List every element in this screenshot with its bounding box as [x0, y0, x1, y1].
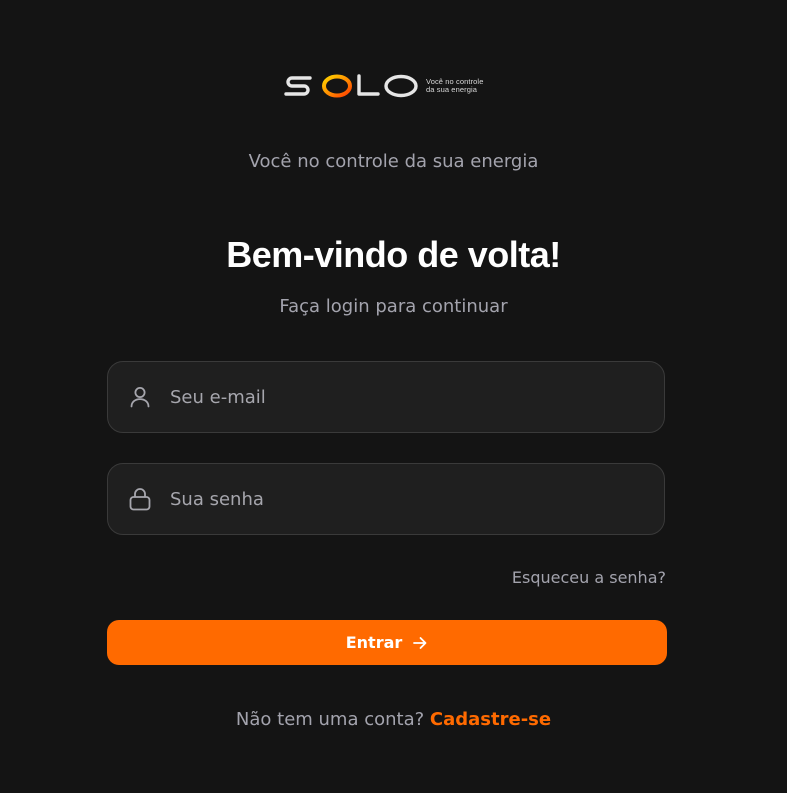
login-page: Você no controle da sua energia Você no …: [0, 0, 787, 793]
password-field-container[interactable]: [107, 463, 665, 535]
signup-prompt: Não tem uma conta?: [235, 709, 430, 730]
brand-logo: Você no controle da sua energia: [284, 72, 483, 100]
login-hint: Faça login para continuar: [279, 296, 508, 317]
forgot-password-link[interactable]: Esqueceu a senha?: [512, 568, 666, 587]
email-field-container[interactable]: [107, 361, 665, 433]
signup-row: Não tem uma conta? Cadastre-se: [0, 709, 787, 730]
brand-tagline: Você no controle da sua energia: [426, 77, 483, 95]
solo-logo-icon: [284, 74, 418, 98]
page-subtitle: Você no controle da sua energia: [248, 151, 539, 172]
page-title: Bem-vindo de volta!: [226, 234, 561, 275]
login-submit-label: Entrar: [345, 633, 403, 652]
brand-tagline-line2: da sua energia: [426, 85, 478, 94]
login-submit-button[interactable]: Entrar: [107, 620, 667, 665]
email-input[interactable]: [168, 361, 664, 433]
password-input[interactable]: [168, 463, 664, 535]
arrow-right-icon: [412, 635, 428, 651]
lock-icon: [129, 487, 151, 511]
user-icon: [129, 385, 151, 409]
signup-link[interactable]: Cadastre-se: [430, 709, 551, 730]
